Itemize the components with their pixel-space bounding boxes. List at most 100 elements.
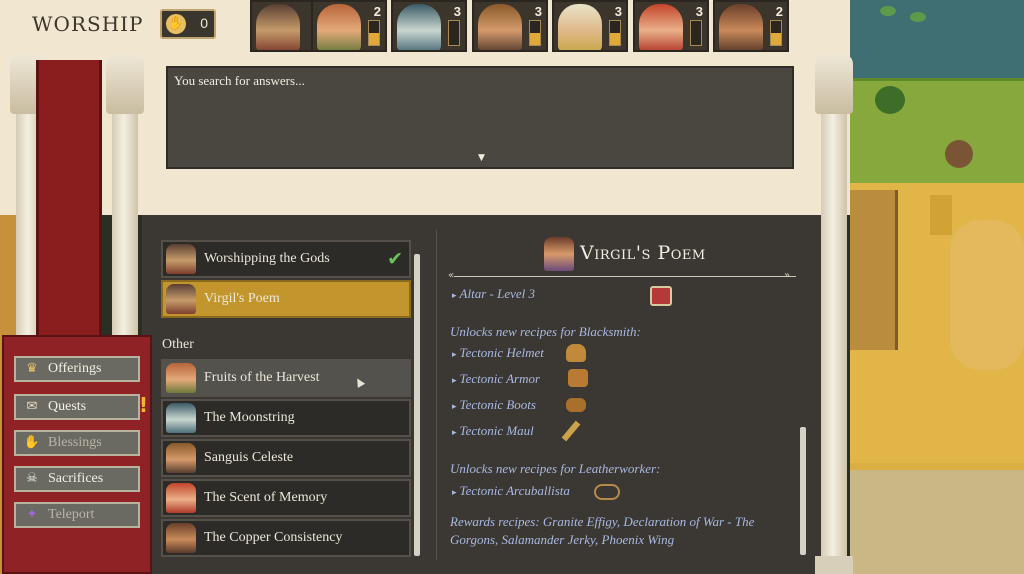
recipe-link[interactable]: ▸ Tectonic Arcuballista — [452, 483, 570, 499]
favor-meter — [770, 20, 782, 46]
blessing-icon: ✋ — [23, 435, 41, 450]
lily-pad — [880, 6, 896, 16]
game-world-background — [850, 0, 1024, 574]
alert-icon: ! — [138, 393, 148, 417]
scroll-icon: ✉ — [26, 399, 38, 414]
god-portrait-icon — [166, 284, 196, 314]
god-face-icon — [397, 4, 441, 50]
quest-item-the-copper-consistency[interactable]: The Copper Consistency — [161, 519, 411, 557]
quest-item-worshipping-the-gods[interactable]: Worshipping the Gods ✔ — [161, 240, 411, 278]
god-portrait-icon — [166, 244, 196, 274]
god-face-icon — [256, 4, 300, 50]
god-level: 2 — [775, 4, 783, 19]
leatherworker-header: Unlocks new recipes for Leatherworker: — [450, 461, 661, 476]
god-portrait[interactable]: 3 — [391, 0, 467, 52]
quest-label: The Moonstring — [204, 410, 295, 425]
god-face-icon — [719, 4, 763, 50]
field-area — [850, 470, 1024, 574]
quests-label: Quests — [48, 399, 87, 414]
god-portrait-icon — [166, 523, 196, 553]
god-face-icon — [639, 4, 683, 50]
god-portrait[interactable]: 3 — [633, 0, 709, 52]
advance-arrow-icon[interactable]: ▼ — [478, 153, 485, 163]
god-face-icon — [317, 4, 361, 50]
god-portrait[interactable]: 3 — [472, 0, 548, 52]
quest-item-the-moonstring[interactable]: The Moonstring — [161, 399, 411, 437]
quest-list-scrollbar[interactable] — [414, 254, 420, 556]
god-portrait-icon — [166, 443, 196, 473]
hay-pile — [950, 220, 1024, 370]
god-face-icon — [558, 4, 602, 50]
blessings-label: Blessings — [48, 435, 102, 450]
bush — [875, 86, 905, 114]
requirement-link[interactable]: ▸ Altar - Level 3 — [452, 286, 535, 302]
stone-column-right — [815, 0, 853, 574]
lily-pad — [910, 12, 926, 22]
favor-counter: ✋ 0 — [160, 9, 216, 39]
altar-icon — [650, 286, 672, 306]
offering-icon: ♛ — [26, 361, 38, 376]
quest-detail-panel: Virgil's Poem « » ▸ Altar - Level 3 Unloc… — [436, 232, 816, 564]
quest-item-fruits-of-the-harvest[interactable]: Fruits of the Harvest ▲ — [161, 359, 411, 397]
quests-button[interactable]: ✉ Quests ! — [14, 394, 148, 420]
maul-icon — [561, 420, 581, 442]
god-portrait-icon — [166, 363, 196, 393]
favor-meter — [529, 20, 541, 46]
god-level: 3 — [453, 4, 461, 19]
quest-title: Virgil's Poem — [580, 242, 706, 264]
sacrifices-label: Sacrifices — [48, 471, 104, 486]
god-portrait-icon — [166, 483, 196, 513]
offerings-button[interactable]: ♛ Offerings — [14, 356, 140, 382]
sacrifices-button[interactable]: ☠ Sacrifices — [14, 466, 140, 492]
checkmark-icon: ✔ — [387, 248, 403, 270]
recipe-link[interactable]: ▸ Tectonic Helmet — [452, 345, 544, 361]
recipe-link[interactable]: ▸ Tectonic Boots — [452, 397, 536, 413]
quest-item-sanguis-celeste[interactable]: Sanguis Celeste — [161, 439, 411, 477]
quest-item-virgils-poem[interactable]: Virgil's Poem — [161, 280, 411, 318]
dialog-text: You search for answers... — [174, 73, 305, 88]
rewards-text: Rewards recipes: Granite Effigy, Declara… — [450, 514, 755, 547]
mouse-cursor-icon: ▲ — [352, 373, 366, 390]
god-portrait[interactable]: 2 — [311, 0, 387, 52]
god-portrait-icon — [166, 403, 196, 433]
recipe-link[interactable]: ▸ Tectonic Armor — [452, 371, 540, 387]
armor-icon — [568, 369, 588, 387]
favor-meter — [448, 20, 460, 46]
teleport-label: Teleport — [48, 507, 95, 522]
favor-meter — [609, 20, 621, 46]
blessings-button[interactable]: ✋ Blessings — [14, 430, 140, 456]
dialog-box[interactable]: You search for answers... ▼ — [166, 66, 794, 169]
offerings-label: Offerings — [48, 361, 102, 376]
god-portrait[interactable]: 3 — [552, 0, 628, 52]
divider-ornament-icon: » — [784, 270, 791, 281]
teleport-button[interactable]: ✦ Teleport — [14, 502, 140, 528]
god-level: 3 — [534, 4, 542, 19]
god-level: 2 — [373, 4, 381, 19]
god-portrait-icon — [544, 237, 574, 271]
quest-label: Fruits of the Harvest — [204, 370, 320, 385]
god-face-icon — [478, 4, 522, 50]
favor-meter — [690, 20, 702, 46]
quest-list[interactable]: Worshipping the Gods ✔ Virgil's Poem Oth… — [160, 228, 418, 558]
teleport-icon: ✦ — [26, 507, 38, 522]
tree-stump — [945, 140, 973, 168]
water-area — [850, 0, 1024, 85]
favor-count: 0 — [200, 15, 208, 31]
quest-label: Sanguis Celeste — [204, 450, 294, 465]
god-portrait[interactable]: 2 — [713, 0, 789, 52]
other-heading: Other — [162, 337, 194, 352]
hut — [850, 190, 898, 350]
quest-label: Virgil's Poem — [204, 291, 280, 306]
title-divider — [454, 276, 796, 277]
recipe-link[interactable]: ▸ Tectonic Maul — [452, 423, 534, 439]
boots-icon — [566, 398, 586, 412]
quest-item-the-scent-of-memory[interactable]: The Scent of Memory — [161, 479, 411, 517]
blacksmith-header: Unlocks new recipes for Blacksmith: — [450, 324, 641, 339]
quest-label: The Scent of Memory — [204, 490, 328, 505]
skull-icon: ☠ — [26, 471, 38, 486]
divider-ornament-icon: « — [448, 270, 455, 281]
detail-scrollbar[interactable] — [800, 427, 806, 555]
red-banner — [36, 60, 102, 340]
hands-icon: ✋ — [166, 14, 186, 34]
quest-label: Worshipping the Gods — [204, 251, 330, 266]
